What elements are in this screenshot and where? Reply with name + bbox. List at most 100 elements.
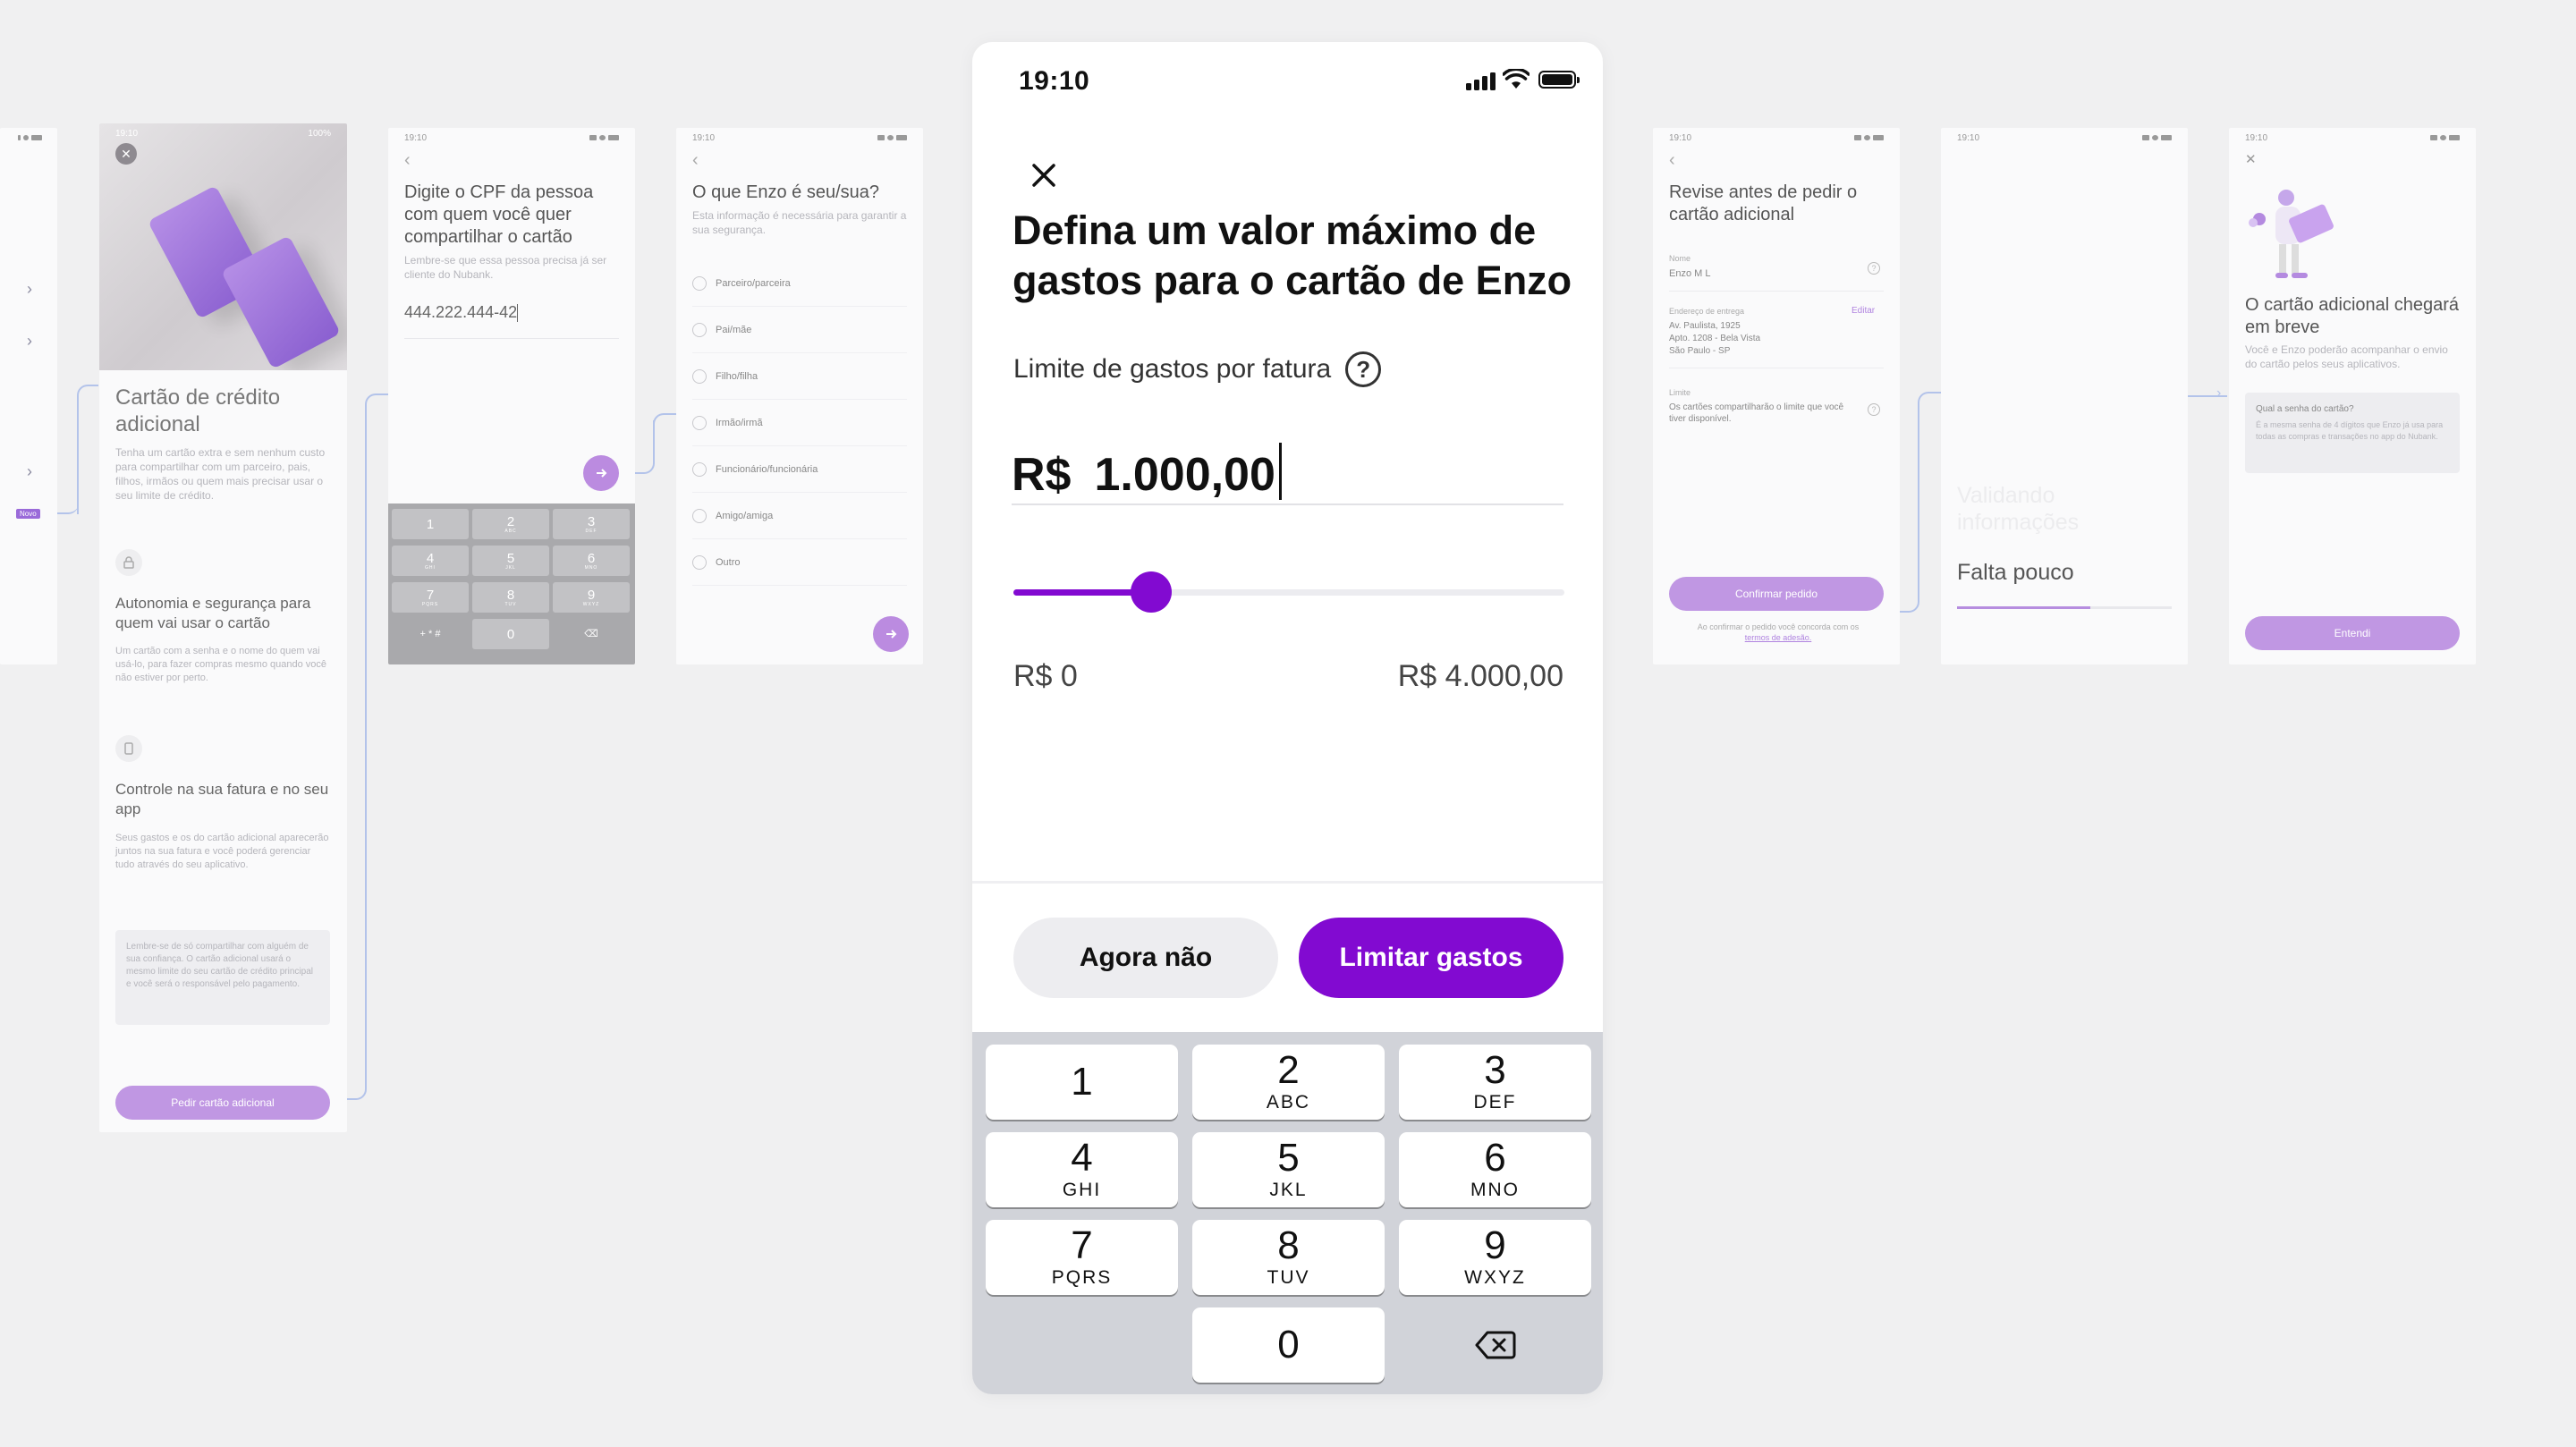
keypad-key[interactable]: 7 PQRS <box>392 582 469 613</box>
key-digit: ⌫ <box>584 628 598 639</box>
info-card-title: Qual a senha do cartão? <box>2256 404 2354 414</box>
keypad-key-5[interactable]: 5 JKL <box>1192 1132 1385 1207</box>
status-bar: 19:10 <box>972 42 1603 121</box>
radio-label: Irmão/irmã <box>716 417 763 428</box>
info-card: Qual a senha do cartão? É a mesma senha … <box>2245 393 2460 473</box>
edit-link[interactable]: Editar <box>1852 306 1875 317</box>
feature-title: Controle na sua fatura e no seu app <box>115 781 329 817</box>
back-icon[interactable]: ‹ <box>1669 151 1675 169</box>
flow-connector <box>2188 395 2227 397</box>
amount-value: 1.000,00 <box>1094 449 1275 501</box>
flow-connector <box>1918 392 1941 427</box>
next-button[interactable] <box>583 455 619 491</box>
close-icon[interactable]: ✕ <box>115 143 137 165</box>
radio-label: Outro <box>716 556 741 568</box>
text-caret <box>1278 443 1282 500</box>
chevron-right-icon[interactable]: › <box>27 332 32 351</box>
info-icon[interactable]: ? <box>1868 403 1880 416</box>
key-digit: 0 <box>1277 1323 1300 1367</box>
radio-circle-icon <box>692 508 707 523</box>
status-time: 19:10 <box>404 132 428 143</box>
request-card-button[interactable]: Pedir cartão adicional <box>115 1086 330 1120</box>
keypad-key-6[interactable]: 6 MNO <box>1399 1132 1591 1207</box>
radio-label: Pai/mãe <box>716 324 752 335</box>
backspace-key[interactable] <box>1399 1307 1591 1383</box>
radio-option[interactable]: Filho/filha <box>692 353 907 400</box>
lock-icon <box>115 549 142 576</box>
status-time: 19:10 <box>2245 132 2268 143</box>
radio-label: Filho/filha <box>716 370 758 382</box>
person-illustration <box>2249 190 2334 278</box>
info-card-text: É a mesma senha de 4 dígitos que Enzo já… <box>2256 420 2444 441</box>
screen-review: 19:10 ‹ Revise antes de pedir o cartão a… <box>1653 128 1900 664</box>
keypad-key[interactable]: 3 DEF <box>553 509 630 539</box>
arrow-right-icon <box>886 630 897 639</box>
info-icon[interactable]: ? <box>1868 262 1880 275</box>
keypad-key-9[interactable]: 9 WXYZ <box>1399 1220 1591 1295</box>
status-time: 19:10 <box>692 132 716 143</box>
back-icon[interactable]: ‹ <box>692 151 699 169</box>
feature-title: Autonomia e segurança para quem vai usar… <box>115 595 311 631</box>
radio-option[interactable]: Parceiro/parceira <box>692 260 907 307</box>
confirm-order-button[interactable]: Confirmar pedido <box>1669 577 1884 611</box>
limit-slider[interactable] <box>1013 571 1564 615</box>
keypad-key-2[interactable]: 2 ABC <box>1192 1045 1385 1120</box>
radio-option[interactable]: Irmão/irmã <box>692 400 907 446</box>
flow-connector <box>1900 420 1919 613</box>
radio-option[interactable]: Funcionário/funcionária <box>692 446 907 493</box>
flow-connector <box>57 380 79 514</box>
key-letters: JKL <box>1269 1180 1308 1200</box>
arrow-right-icon <box>597 469 607 478</box>
chevron-right-icon[interactable]: › <box>27 462 32 481</box>
key-digit: 9 <box>1484 1223 1506 1267</box>
close-icon[interactable] <box>1019 150 1069 200</box>
radio-option[interactable]: Outro <box>692 539 907 586</box>
slider-thumb[interactable] <box>1131 571 1172 613</box>
keypad-key[interactable]: 1 <box>392 509 469 539</box>
keypad-key[interactable]: 8 TUV <box>472 582 549 613</box>
back-icon[interactable]: ‹ <box>404 151 411 169</box>
not-now-button[interactable]: Agora não <box>1013 918 1278 998</box>
close-icon[interactable]: ✕ <box>2245 151 2257 167</box>
backspace-key[interactable]: ⌫ <box>553 619 630 649</box>
got-it-button[interactable]: Entendi <box>2245 616 2460 650</box>
terms-link[interactable]: termos de adesão. <box>1745 633 1812 642</box>
key-letters: MNO <box>1470 1180 1520 1200</box>
amount-input[interactable]: R$ 1.000,00 <box>1012 416 1563 505</box>
key-digit: 8 <box>506 587 515 603</box>
keypad-key-1[interactable]: 1 <box>986 1045 1178 1120</box>
keypad-key[interactable]: 6 MNO <box>553 546 630 576</box>
flow-connector <box>635 420 655 474</box>
page-title: Cartão de crédito adicional <box>115 385 281 436</box>
key-letters: WXYZ <box>582 601 600 607</box>
keypad-key-4[interactable]: 4 GHI <box>986 1132 1178 1207</box>
radio-option[interactable]: Amigo/amiga <box>692 493 907 539</box>
key-digit: 8 <box>1277 1223 1300 1267</box>
keypad-key-8[interactable]: 8 TUV <box>1192 1220 1385 1295</box>
keypad-key-0[interactable]: 0 <box>1192 1307 1385 1383</box>
radio-option[interactable]: Pai/mãe <box>692 307 907 353</box>
keypad-key[interactable]: 4 GHI <box>392 546 469 576</box>
flow-connector <box>653 413 676 431</box>
key-digit: 2 <box>506 513 515 529</box>
keypad-key[interactable]: 9 WXYZ <box>553 582 630 613</box>
keypad-key-7[interactable]: 7 PQRS <box>986 1220 1178 1295</box>
keypad-key[interactable]: 2 ABC <box>472 509 549 539</box>
phone-icon <box>115 735 142 762</box>
address-line: Av. Paulista, 1925 <box>1669 321 1741 331</box>
next-button[interactable] <box>873 616 909 652</box>
divider <box>972 881 1603 884</box>
keypad-key[interactable]: 5 JKL <box>472 546 549 576</box>
screen-relationship: 19:10 ‹ O que Enzo é seu/sua? Esta infor… <box>676 128 923 664</box>
radio-label: Funcionário/funcionária <box>716 463 818 475</box>
keypad-key-3[interactable]: 3 DEF <box>1399 1045 1591 1120</box>
keypad-key[interactable]: 0 <box>472 619 549 649</box>
chevron-right-icon[interactable]: › <box>27 280 32 299</box>
key-digit: 3 <box>587 513 596 529</box>
cpf-input[interactable]: 444.222.444-42 <box>404 303 619 339</box>
help-icon[interactable]: ? <box>1345 351 1382 387</box>
key-digit: 3 <box>1484 1048 1506 1092</box>
keypad-key[interactable]: + * # <box>392 619 469 649</box>
limit-spending-button[interactable]: Limitar gastos <box>1299 918 1563 998</box>
key-digit: 7 <box>426 587 435 603</box>
